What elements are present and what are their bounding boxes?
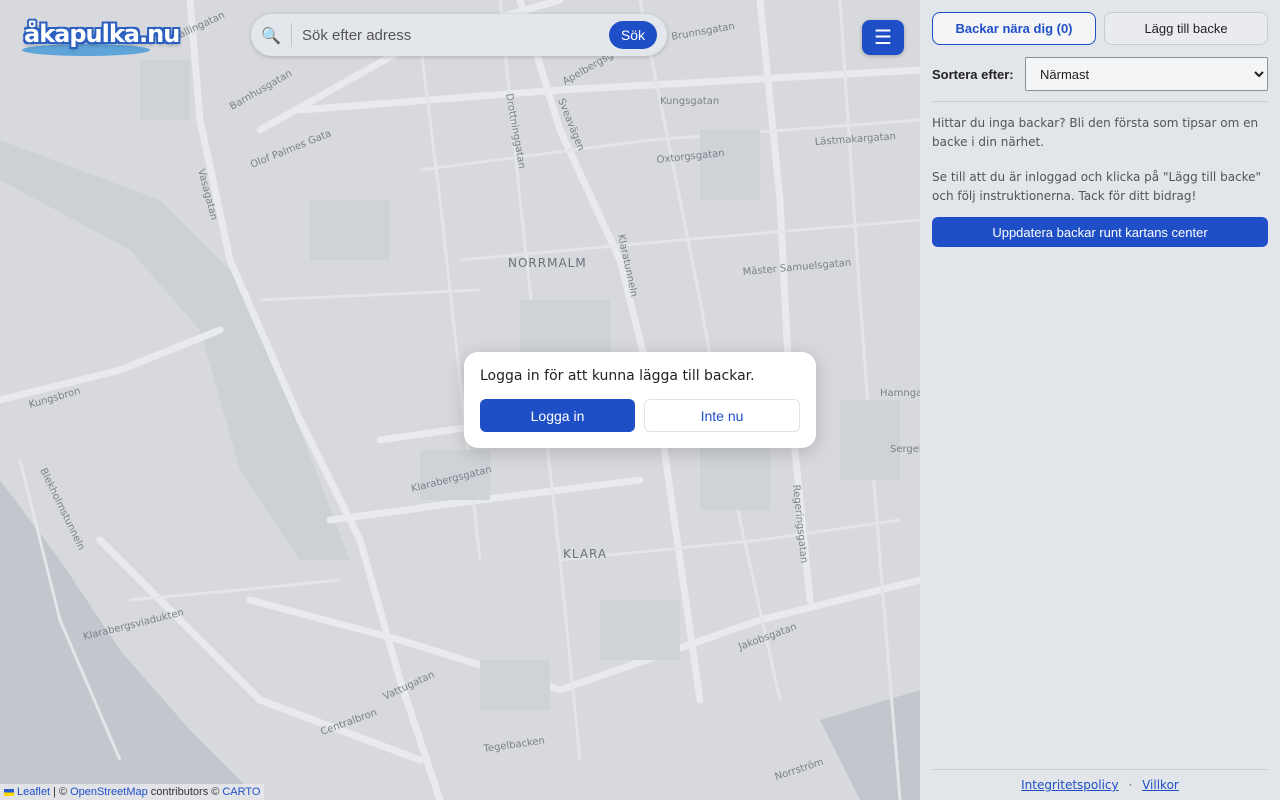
login-button[interactable]: Logga in xyxy=(480,399,635,432)
sort-label: Sortera efter: xyxy=(932,67,1014,82)
search-bar: 🔍 Sök xyxy=(251,14,667,56)
svg-text:Kungsgatan: Kungsgatan xyxy=(660,96,719,107)
info-text-instructions: Se till att du är inloggad och klicka på… xyxy=(932,170,1262,203)
site-logo[interactable]: åkapulka.nu xyxy=(18,14,180,58)
search-icon: 🔍 xyxy=(261,25,281,45)
privacy-policy-link[interactable]: Integritetspolicy xyxy=(1021,778,1119,792)
menu-button[interactable]: ☰ xyxy=(862,20,904,55)
map-attribution: Leaflet | © OpenStreetMap contributors ©… xyxy=(0,784,265,800)
ukraine-flag-icon xyxy=(4,788,14,796)
not-now-button[interactable]: Inte nu xyxy=(644,399,800,432)
footer-divider xyxy=(932,769,1268,770)
svg-text:Sergels torg: Sergels torg xyxy=(890,444,920,455)
attribution-separator: | © xyxy=(53,786,68,798)
search-button[interactable]: Sök xyxy=(608,21,657,49)
logo-text: åkapulka.nu xyxy=(24,20,180,48)
footer-separator: · xyxy=(1128,778,1133,792)
attribution-contributors: contributors © xyxy=(150,786,220,798)
login-modal: Logga in för att kunna lägga till backar… xyxy=(464,352,816,448)
tab-backar-nara-dig[interactable]: Backar nära dig (0) xyxy=(932,12,1096,45)
svg-text:Hamngatan: Hamngatan xyxy=(880,388,920,399)
sidebar: Backar nära dig (0) Lägg till backe Sort… xyxy=(920,0,1280,800)
openstreetmap-link[interactable]: OpenStreetMap xyxy=(70,784,148,800)
district-label-klara: KLARA xyxy=(563,547,607,561)
hamburger-icon: ☰ xyxy=(874,27,892,49)
terms-link[interactable]: Villkor xyxy=(1142,778,1179,792)
search-input[interactable] xyxy=(292,25,609,45)
sidebar-footer: Integritetspolicy · Villkor xyxy=(920,778,1280,792)
sidebar-divider xyxy=(932,101,1268,102)
info-text-no-hills: Hittar du inga backar? Bli den första so… xyxy=(932,116,1259,149)
carto-link[interactable]: CARTO xyxy=(222,784,260,800)
tab-lagg-till-backe[interactable]: Lägg till backe xyxy=(1104,12,1268,45)
update-hills-button[interactable]: Uppdatera backar runt kartans center xyxy=(932,217,1268,247)
sort-select[interactable]: Närmast xyxy=(1025,57,1268,91)
district-label-norrmalm: NORRMALM xyxy=(508,256,587,270)
login-modal-message: Logga in för att kunna lägga till backar… xyxy=(480,368,755,384)
leaflet-link[interactable]: Leaflet xyxy=(17,784,50,800)
